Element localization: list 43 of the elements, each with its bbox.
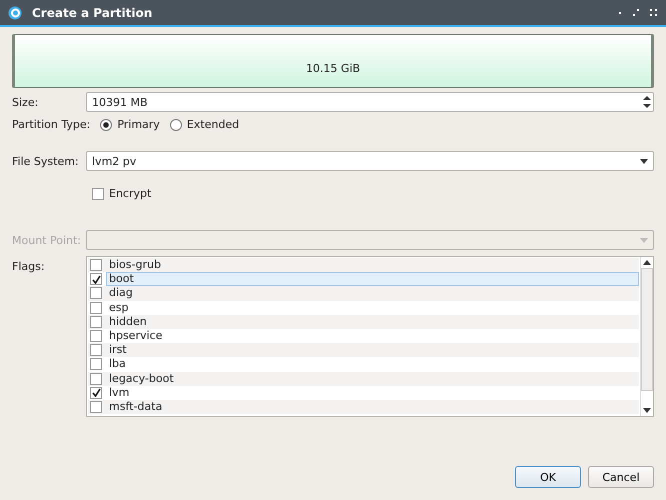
flag-checkbox[interactable] [90,259,102,272]
radio-button[interactable]: Primary [100,118,160,131]
flag-checkbox[interactable] [90,330,102,342]
encrypt-checkbox[interactable]: Encrypt [92,187,152,200]
size-label: Size: [12,96,40,108]
dropdown-arrow-icon [640,238,648,242]
flag-checkbox[interactable] [90,400,102,413]
flag-checkbox[interactable] [90,372,102,385]
cancel-button[interactable]: Cancel [588,466,654,488]
dropdown-arrow-icon [640,158,648,164]
size-spinbox[interactable]: 10391 MB [86,92,654,112]
file-system-dropdown[interactable]: lvm2 pv [86,151,654,171]
flag-checkbox[interactable] [90,287,102,300]
flag-item[interactable]: boot [106,272,639,286]
close-icon[interactable] [650,8,658,16]
partition-size-label: 10.15 GiB [306,62,360,75]
scroll-down-icon[interactable] [643,408,651,413]
ok-button[interactable]: OK [515,466,581,488]
scrollbar[interactable] [640,257,653,416]
flag-item[interactable]: hpservice [106,329,639,344]
window-title: Create a Partition [32,6,152,20]
radio-icon[interactable] [170,118,182,130]
flag-item[interactable]: lvm [106,386,639,400]
flag-item[interactable]: lba [106,357,639,372]
flags-label: Flags: [12,260,46,273]
flag-checkbox[interactable] [90,344,102,356]
app-icon [8,6,22,20]
flag-checkbox[interactable] [90,316,102,328]
spin-arrows-icon[interactable] [642,94,652,110]
flag-checkbox[interactable] [90,302,102,314]
partition-bar[interactable]: 10.15 GiB [12,34,654,88]
mount-point-label: Mount Point: [12,234,82,246]
flag-checkbox[interactable] [90,386,102,399]
maximize-icon[interactable] [632,8,640,16]
scroll-up-icon[interactable] [643,260,651,265]
flag-checkbox[interactable] [90,273,102,286]
file-system-label: File System: [12,154,80,168]
minimize-icon[interactable] [618,10,622,14]
radio-icon[interactable] [100,118,112,130]
flag-checkbox[interactable] [90,358,102,370]
flag-item[interactable]: esp [106,300,639,315]
partition-type-label: Partition Type: [12,118,90,131]
radio-button[interactable]: Extended [170,118,240,131]
